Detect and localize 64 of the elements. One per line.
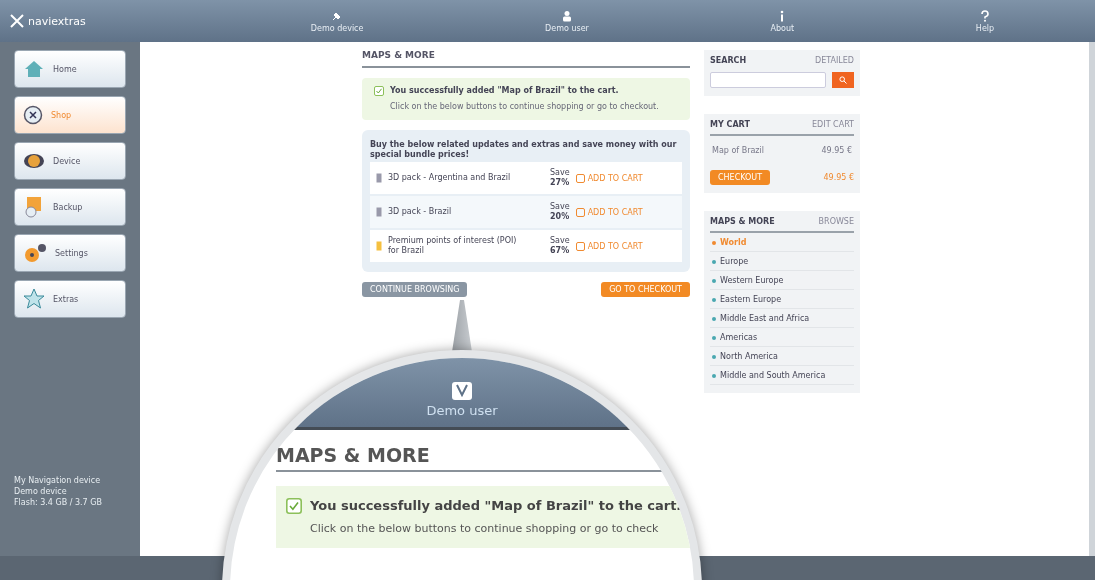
save-label: Save: [550, 236, 570, 246]
help-icon: [980, 9, 990, 22]
save-value: 27%: [550, 178, 570, 188]
sidebar-button[interactable]: Shop: [14, 96, 126, 134]
user-label: Demo user: [426, 402, 498, 419]
cart-price: 49.95 €: [821, 146, 852, 156]
category-item[interactable]: Middle East and Africa: [710, 311, 854, 328]
checkmark-icon: [374, 86, 384, 96]
add-to-cart-button[interactable]: ADD TO CART: [575, 241, 643, 251]
search-field[interactable]: [710, 72, 826, 88]
device-info: My Navigation device Demo device Flash: 3.4 GB / 3.7 GB: [14, 475, 103, 508]
sidebar-button[interactable]: Extras: [14, 280, 126, 318]
panel-title: SEARCH: [710, 56, 747, 66]
browse-link[interactable]: BROWSE: [818, 217, 854, 227]
panel-title: MY CART: [710, 120, 750, 130]
category-item[interactable]: World: [710, 235, 854, 252]
nav-link[interactable]: Demo user: [545, 9, 589, 33]
logo-text: naviextras: [28, 14, 86, 28]
sidebar-button[interactable]: Device: [14, 142, 126, 180]
notice-title: You successfully added "Map of Brazil" to the cart.: [390, 86, 619, 96]
nav-link[interactable]: About: [770, 9, 795, 33]
cart-total: 49.95 €: [823, 172, 854, 183]
product-name: 3D pack - Argentina and Brazil: [388, 173, 512, 183]
category-item[interactable]: Americas: [710, 330, 854, 347]
magnified-heading: MAPS & MORE: [276, 444, 694, 472]
sidebar-button[interactable]: Backup: [14, 188, 126, 226]
panel-title: MAPS & MORE: [710, 217, 775, 227]
gears-icon: [23, 243, 47, 263]
house-icon: [23, 58, 45, 80]
add-to-cart-button[interactable]: ADD TO CART: [575, 207, 643, 217]
save-value: 67%: [550, 246, 570, 256]
nav-link[interactable]: Help: [975, 9, 995, 33]
product-name: 3D pack - Brazil: [388, 207, 453, 217]
logo-icon: [10, 14, 24, 28]
checkout-button[interactable]: CHECKOUT: [710, 170, 771, 185]
notice-title: You successfully added "Map of Brazil" to the cart.: [310, 498, 682, 515]
sidebar-button[interactable]: Home: [14, 50, 126, 88]
checkout-button[interactable]: GO TO CHECKOUT: [601, 282, 690, 297]
add-to-cart-button[interactable]: ADD TO CART: [575, 173, 643, 183]
section-heading: MAPS & MORE: [362, 50, 690, 68]
nav-link[interactable]: Demo device: [310, 9, 364, 33]
search-button[interactable]: [832, 72, 854, 88]
star-icon: [23, 288, 45, 310]
cart-item: Map of Brazil: [712, 146, 764, 156]
notice-text: Click on the below buttons to continue shopping or go to check: [309, 522, 660, 536]
save-label: Save: [550, 202, 570, 212]
edit-cart-link[interactable]: EDIT CART: [812, 120, 854, 130]
category-item[interactable]: Middle and South America: [710, 368, 854, 385]
continue-button[interactable]: CONTINUE BROWSING: [362, 282, 468, 297]
info-icon: [779, 9, 786, 22]
category-item[interactable]: North America: [710, 349, 854, 366]
category-item[interactable]: Western Europe: [710, 273, 854, 290]
category-item[interactable]: Europe: [710, 254, 854, 271]
bundle-intro: Buy the below related updates and extras and save money with our special bundle prices!: [370, 140, 678, 160]
sidebar-button[interactable]: Settings: [14, 234, 126, 272]
product-name: Premium points of interest (POI) for Brazil: [388, 236, 518, 256]
detailed-search-link[interactable]: DETAILED: [815, 56, 854, 66]
save-value: 20%: [550, 212, 570, 222]
save-label: Save: [550, 168, 570, 178]
compass-icon: [23, 105, 43, 125]
notice-text: Click on the below buttons to continue shopping or go to checkout.: [389, 102, 660, 112]
checkmark-icon: [286, 498, 302, 515]
category-item[interactable]: Eastern Europe: [710, 292, 854, 309]
search-icon: [839, 76, 847, 84]
